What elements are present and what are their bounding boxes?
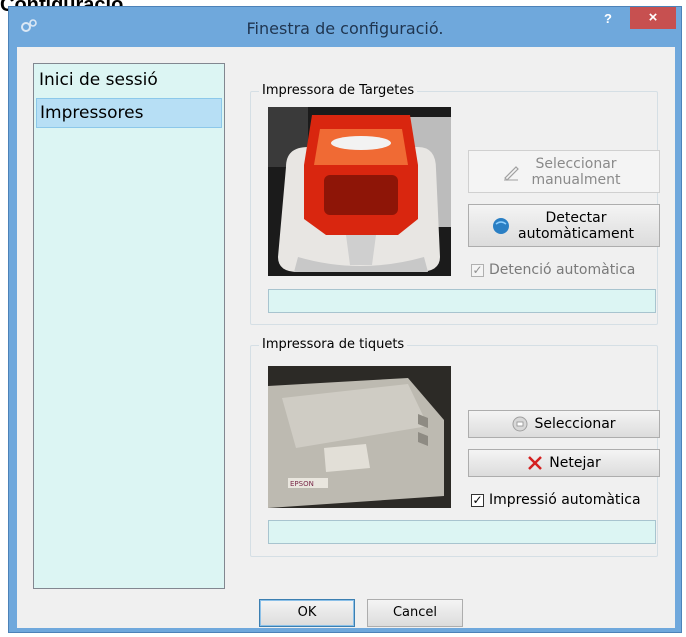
- select-manually-label: Seleccionar manualment: [531, 155, 621, 188]
- ticket-printer-group: Impressora de tiquets EPSON Seleccionar: [250, 337, 660, 557]
- ok-button[interactable]: OK: [259, 599, 355, 627]
- window-title: Finestra de configuració.: [246, 19, 444, 38]
- sidebar-item-login[interactable]: Inici de sessió: [36, 66, 222, 96]
- sidebar-item-printers[interactable]: Impressores: [36, 98, 222, 128]
- card-printer-legend: Impressora de Targetes: [259, 83, 418, 98]
- globe-icon: [493, 217, 509, 234]
- config-window: Finestra de configuració. ? × Inici de s…: [8, 6, 682, 633]
- ticket-printer-image: EPSON: [268, 366, 451, 508]
- dialog-body: Inici de sessió Impressores Impressora d…: [17, 47, 675, 628]
- red-x-icon: [528, 456, 543, 470]
- auto-detect-checkbox[interactable]: ✓: [471, 263, 484, 277]
- pencil-icon: [504, 165, 519, 181]
- detect-automatically-button[interactable]: Detectar automàticament: [468, 204, 660, 247]
- card-printer-group: Impressora de Targetes Seleccionar manua…: [250, 83, 660, 325]
- title-bar[interactable]: Finestra de configuració. ? ×: [9, 7, 681, 49]
- auto-detect-row[interactable]: ✓ Detenció automàtica: [471, 262, 635, 278]
- ticket-printer-status-field[interactable]: [268, 520, 656, 544]
- svg-text:EPSON: EPSON: [290, 480, 314, 488]
- card-printer-image: [268, 107, 451, 276]
- select-button[interactable]: Seleccionar: [468, 410, 660, 438]
- clear-label: Netejar: [549, 455, 601, 471]
- clear-button[interactable]: Netejar: [468, 449, 660, 477]
- cancel-button[interactable]: Cancel: [367, 599, 463, 627]
- help-button[interactable]: ?: [595, 10, 621, 30]
- ticket-printer-legend: Impressora de tiquets: [259, 337, 408, 352]
- settings-category-list[interactable]: Inici de sessió Impressores: [33, 63, 225, 589]
- close-button[interactable]: ×: [630, 7, 676, 29]
- auto-print-checkbox[interactable]: ✓: [471, 493, 484, 507]
- auto-print-label: Impressió automàtica: [489, 492, 641, 508]
- auto-print-row[interactable]: ✓ Impressió automàtica: [471, 492, 641, 508]
- select-manually-button[interactable]: Seleccionar manualment: [468, 150, 660, 193]
- detect-automatically-label: Detectar automàticament: [518, 209, 634, 242]
- auto-detect-label: Detenció automàtica: [489, 262, 636, 278]
- card-printer-status-field[interactable]: [268, 289, 656, 313]
- select-label: Seleccionar: [534, 416, 616, 432]
- printer-icon: [512, 416, 528, 432]
